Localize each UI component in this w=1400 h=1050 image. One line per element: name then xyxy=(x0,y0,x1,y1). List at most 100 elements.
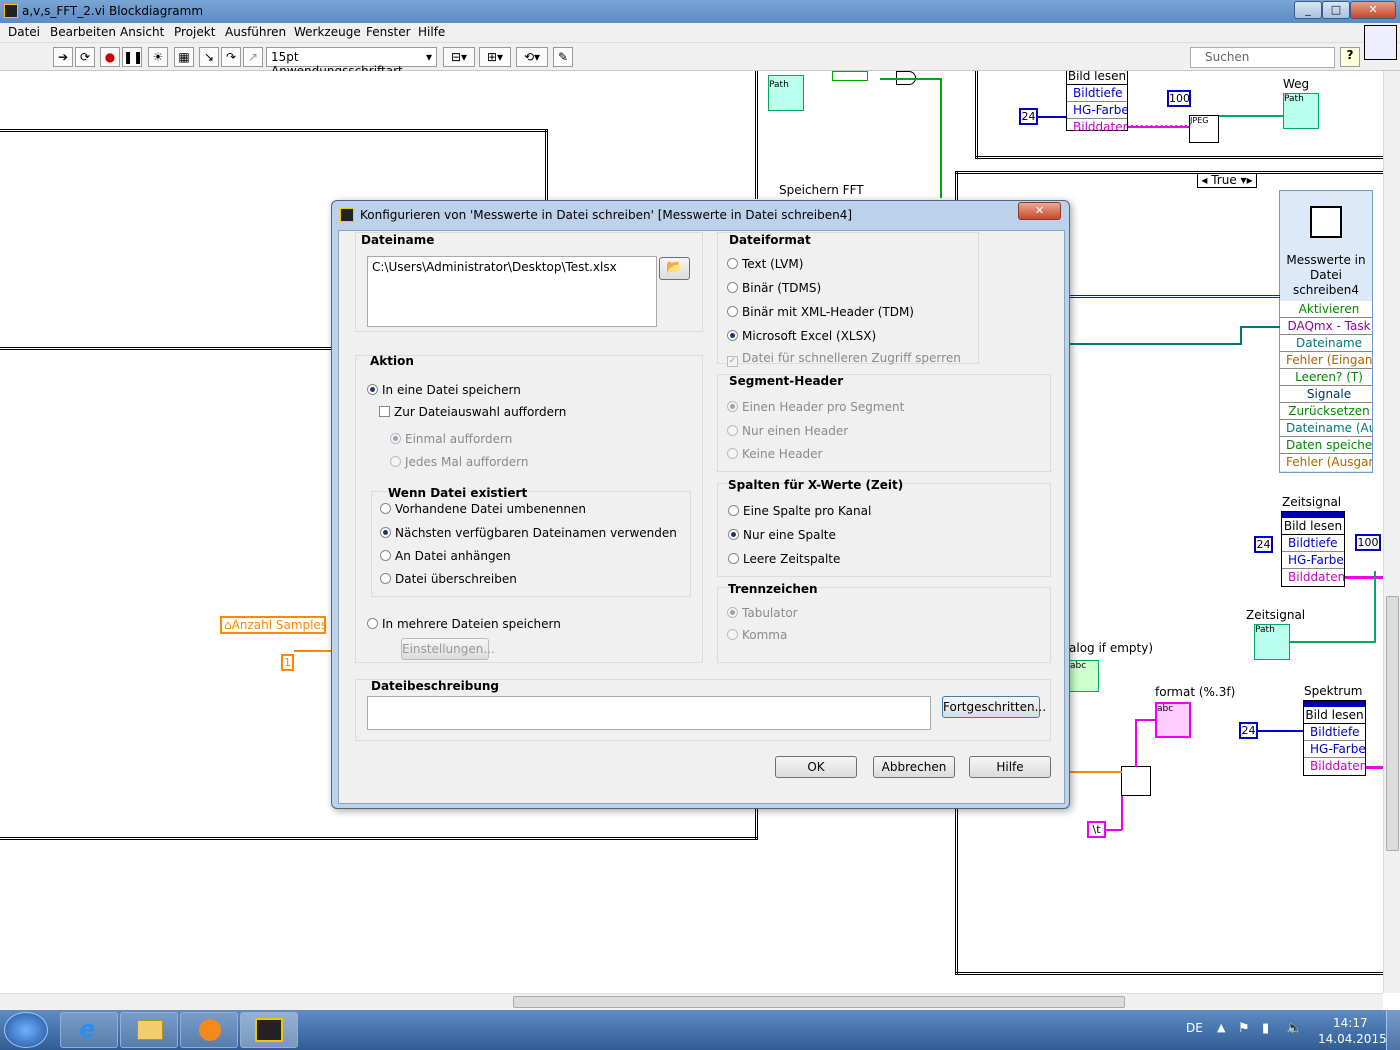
const-24-spektrum[interactable]: 24 xyxy=(1239,722,1258,739)
menu-ansicht[interactable]: Ansicht xyxy=(120,25,164,39)
string-indicator-dialog[interactable]: abc xyxy=(1069,660,1099,692)
radio-binaer-tdms[interactable]: Binär (TDMS) xyxy=(727,281,821,295)
radio-binaer-tdm[interactable]: Binär mit XML-Header (TDM) xyxy=(727,305,914,319)
retain-wire-values-icon[interactable]: ▦ xyxy=(174,47,194,67)
minimize-button[interactable]: _ xyxy=(1294,1,1322,19)
maximize-button[interactable]: □ xyxy=(1322,1,1350,19)
radio-ask-every[interactable]: Jedes Mal auffordern xyxy=(390,455,528,469)
jpeg-write-node[interactable]: JPEG xyxy=(1189,115,1219,143)
write-file-icon xyxy=(1310,206,1342,238)
radio-rename-existing[interactable]: Vorhandene Datei umbenennen xyxy=(380,502,586,516)
menu-ausfuehren[interactable]: Ausführen xyxy=(225,25,286,39)
tab-constant[interactable]: \t xyxy=(1087,821,1106,838)
const-100-zeitsignal[interactable]: 100 xyxy=(1355,534,1381,551)
menu-hilfe[interactable]: Hilfe xyxy=(418,25,445,39)
bild-lesen-node-top[interactable]: Bild lesen Bildtiefe HG-Farbe Bilddaten xyxy=(1066,71,1128,134)
const-100-top[interactable]: 100 xyxy=(1167,90,1191,107)
network-icon[interactable]: ▮ xyxy=(1262,1021,1269,1036)
dialog-close-button[interactable]: ✕ xyxy=(1018,202,1061,220)
radio-tabulator[interactable]: Tabulator xyxy=(727,606,798,620)
menu-projekt[interactable]: Projekt xyxy=(174,25,215,39)
context-help-button[interactable]: ? xyxy=(1340,47,1360,67)
array-to-spreadsheet-node[interactable] xyxy=(1121,766,1151,796)
radio-one-column[interactable]: Nur eine Spalte xyxy=(728,528,836,542)
bild-lesen-node-zeitsignal[interactable]: Bild lesen Bildtiefe HG-Farbe Bilddaten xyxy=(1281,511,1345,587)
radio-no-header[interactable]: Keine Header xyxy=(727,447,822,461)
highlight-execution-icon[interactable]: ☀ xyxy=(148,47,168,67)
reorder-icon[interactable]: ⟲▾ xyxy=(516,47,548,67)
dateibeschreibung-field[interactable] xyxy=(367,696,931,730)
dateiname-field[interactable]: C:\Users\Administrator\Desktop\Test.xlsx xyxy=(367,256,657,327)
radio-empty-time-column[interactable]: Leere Zeitspalte xyxy=(728,552,840,566)
menu-werkzeuge[interactable]: Werkzeuge xyxy=(294,25,361,39)
align-objects-icon[interactable]: ⊟▾ xyxy=(443,47,475,67)
horizontal-scroll-thumb[interactable] xyxy=(513,996,1125,1008)
vi-icon[interactable] xyxy=(1364,25,1397,60)
vertical-scroll-thumb[interactable] xyxy=(1386,596,1399,851)
radio-ask-once[interactable]: Einmal auffordern xyxy=(390,432,512,446)
menu-fenster[interactable]: Fenster xyxy=(366,25,411,39)
action-center-flag-icon[interactable]: ⚑ xyxy=(1238,1021,1250,1036)
radio-one-header[interactable]: Nur einen Header xyxy=(727,424,848,438)
checkbox-lock-file[interactable]: ✓ Datei für schnelleren Zugriff sperren xyxy=(727,351,961,367)
abort-icon[interactable]: ● xyxy=(100,47,120,67)
radio-komma[interactable]: Komma xyxy=(727,628,787,642)
run-arrow-icon[interactable]: ➔ xyxy=(53,47,73,67)
ie-taskbar-icon[interactable]: e xyxy=(60,1012,118,1048)
checkbox-ask-file[interactable]: Zur Dateiauswahl auffordern xyxy=(379,405,566,419)
radio-text-lvm[interactable]: Text (LVM) xyxy=(727,257,803,271)
search-input[interactable]: Suchen xyxy=(1190,47,1335,68)
const-24-top[interactable]: 24 xyxy=(1019,108,1038,125)
cleanup-diagram-icon[interactable]: ✎ xyxy=(553,47,573,67)
step-into-icon[interactable]: ↘ xyxy=(199,47,219,67)
einstellungen-button[interactable]: Einstellungen... xyxy=(401,638,495,660)
step-over-icon[interactable]: ↷ xyxy=(221,47,241,67)
show-desktop-button[interactable] xyxy=(1386,1010,1400,1050)
media-player-taskbar-icon[interactable] xyxy=(180,1012,238,1048)
menu-bearbeiten[interactable]: Bearbeiten xyxy=(50,25,116,39)
radio-single-file[interactable]: In eine Datei speichern xyxy=(367,383,521,397)
ok-button[interactable]: OK xyxy=(775,756,857,778)
case-selector[interactable]: ◂ True ▾▸ xyxy=(1197,173,1257,188)
weg-path-indicator[interactable]: Path xyxy=(1283,93,1319,129)
radio-excel-xlsx[interactable]: Microsoft Excel (XLSX) xyxy=(727,329,876,343)
step-out-icon[interactable]: ↗ xyxy=(243,47,263,67)
clock-date[interactable]: 14.04.2015 xyxy=(1318,1032,1387,1046)
run-continuously-icon[interactable]: ⟳ xyxy=(75,47,95,67)
menu-datei[interactable]: Datei xyxy=(8,25,40,39)
radio-column-per-channel[interactable]: Eine Spalte pro Kanal xyxy=(728,504,871,518)
close-button[interactable]: ✕ xyxy=(1350,1,1396,19)
bild-lesen-node-spektrum[interactable]: Bild lesen Bildtiefe HG-Farbe Bilddaten xyxy=(1303,700,1366,776)
radio-overwrite[interactable]: Datei überschreiben xyxy=(380,572,517,586)
prop-bildtiefe: Bildtiefe xyxy=(1304,724,1365,741)
hilfe-button[interactable]: Hilfe xyxy=(969,756,1051,778)
vertical-scrollbar[interactable] xyxy=(1383,71,1400,993)
radio-multiple-files[interactable]: In mehrere Dateien speichern xyxy=(367,617,561,631)
clock-time[interactable]: 14:17 xyxy=(1333,1016,1368,1030)
const-1[interactable]: 1 xyxy=(281,654,294,671)
path-constant[interactable]: Path xyxy=(768,75,804,111)
tf-node[interactable] xyxy=(832,71,868,81)
start-button-icon[interactable] xyxy=(4,1012,48,1048)
const-24-zeitsignal[interactable]: 24 xyxy=(1254,536,1273,553)
pause-icon[interactable]: ❚❚ xyxy=(122,47,143,67)
volume-muted-icon[interactable]: 🔈 xyxy=(1286,1021,1302,1036)
fortgeschritten-button[interactable]: Fortgeschritten... xyxy=(942,696,1046,718)
anzahl-samples-control[interactable]: ⌂Anzahl Samples xyxy=(220,616,327,634)
abbrechen-button[interactable]: Abbrechen xyxy=(873,756,955,778)
language-indicator[interactable]: DE xyxy=(1186,1021,1203,1035)
show-hidden-icons-icon[interactable]: ▲ xyxy=(1217,1021,1225,1034)
speichern-fft-label: Speichern FFT xyxy=(779,183,864,197)
radio-next-available[interactable]: Nächsten verfügbaren Dateinamen verwende… xyxy=(380,526,677,540)
browse-folder-icon[interactable]: 📂 xyxy=(659,257,690,280)
explorer-taskbar-icon[interactable] xyxy=(120,1012,178,1048)
format-string-indicator[interactable]: abc xyxy=(1155,702,1191,738)
radio-header-per-segment[interactable]: Einen Header pro Segment xyxy=(727,400,904,414)
horizontal-scrollbar[interactable] xyxy=(0,993,1383,1010)
labview-taskbar-icon[interactable] xyxy=(240,1012,298,1048)
trennzeichen-header: Trennzeichen xyxy=(728,582,818,596)
distribute-objects-icon[interactable]: ⊞▾ xyxy=(479,47,511,67)
font-dropdown[interactable]: 15pt Anwendungsschriftart▾ xyxy=(266,47,437,78)
zeitsignal-path-indicator[interactable]: Path xyxy=(1254,624,1290,660)
radio-append[interactable]: An Datei anhängen xyxy=(380,549,511,563)
